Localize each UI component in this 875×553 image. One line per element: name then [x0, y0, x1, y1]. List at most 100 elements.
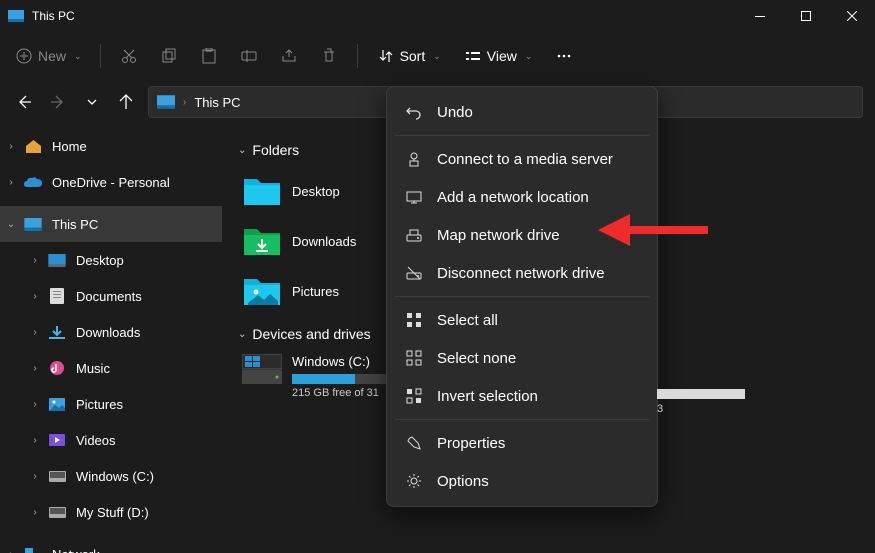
view-button[interactable]: View ⌄ [455, 38, 543, 74]
up-button[interactable] [114, 90, 138, 114]
downloads-icon [48, 323, 66, 341]
rename-button[interactable] [231, 38, 267, 74]
chevron-down-icon: ⌄ [238, 145, 246, 156]
sidebar-item-label: Documents [76, 289, 142, 304]
arrow-up-icon [118, 94, 134, 110]
breadcrumb-location[interactable]: This PC [194, 95, 240, 110]
sidebar-item-onedrive[interactable]: › OneDrive - Personal [0, 164, 222, 200]
chevron-right-icon: › [28, 327, 42, 338]
sidebar-item-desktop[interactable]: › Desktop [0, 242, 222, 278]
folder-icon [242, 273, 282, 309]
sidebar-item-label: Pictures [76, 397, 123, 412]
chevron-down-icon: ⌄ [525, 51, 533, 62]
disconnect-drive-icon [405, 264, 423, 282]
more-button[interactable] [546, 38, 582, 74]
chevron-right-icon: › [4, 549, 18, 553]
menu-item-undo[interactable]: Undo [393, 93, 651, 131]
drive-icon [242, 354, 282, 386]
chevron-right-icon: › [28, 363, 42, 374]
close-button[interactable] [829, 0, 875, 32]
menu-item-label: Options [437, 473, 489, 490]
menu-item-options[interactable]: Options [393, 462, 651, 500]
chevron-right-icon: › [4, 177, 18, 188]
paste-button[interactable] [191, 38, 227, 74]
arrow-right-icon [50, 94, 66, 110]
rename-icon [241, 48, 257, 64]
onedrive-icon [24, 173, 42, 191]
chevron-right-icon: › [28, 255, 42, 266]
menu-item-label: Map network drive [437, 227, 560, 244]
sort-icon [378, 48, 394, 64]
this-pc-icon [8, 10, 24, 22]
menu-item-connect-media[interactable]: Connect to a media server [393, 140, 651, 178]
this-pc-icon [157, 95, 175, 109]
recent-button[interactable] [80, 90, 104, 114]
drive-icon [48, 503, 66, 521]
drive-icon [48, 467, 66, 485]
sidebar-item-music[interactable]: › Music [0, 350, 222, 386]
chevron-right-icon: › [28, 399, 42, 410]
share-button[interactable] [271, 38, 307, 74]
menu-item-label: Select all [437, 312, 498, 329]
sidebar-item-downloads[interactable]: › Downloads [0, 314, 222, 350]
forward-button[interactable] [46, 90, 70, 114]
folder-icon [242, 173, 282, 209]
folder-item-downloads[interactable]: Downloads [238, 216, 408, 266]
sidebar-item-videos[interactable]: › Videos [0, 422, 222, 458]
sidebar-item-label: Downloads [76, 325, 140, 340]
chevron-down-icon: ⌄ [4, 219, 18, 230]
drive-usage-bar-right [657, 389, 745, 399]
back-button[interactable] [12, 90, 36, 114]
chevron-down-icon: ⌄ [238, 329, 246, 340]
chevron-down-icon: ⌄ [433, 51, 441, 62]
menu-item-properties[interactable]: Properties [393, 424, 651, 462]
menu-item-disconnect-network-drive[interactable]: Disconnect network drive [393, 254, 651, 292]
context-menu: Undo Connect to a media server Add a net… [386, 86, 658, 507]
sidebar-item-label: Desktop [76, 253, 124, 268]
sort-button[interactable]: Sort ⌄ [368, 38, 451, 74]
new-button[interactable]: New ⌄ [12, 38, 90, 74]
cut-button[interactable] [111, 38, 147, 74]
desktop-icon [48, 251, 66, 269]
sort-label: Sort [400, 48, 426, 64]
menu-item-label: Disconnect network drive [437, 265, 605, 282]
folder-icon [242, 223, 282, 259]
sidebar-item-this-pc[interactable]: ⌄ This PC [0, 206, 222, 242]
minimize-button[interactable] [737, 0, 783, 32]
network-icon [24, 545, 42, 553]
menu-item-add-network-location[interactable]: Add a network location [393, 178, 651, 216]
folder-item-desktop[interactable]: Desktop [238, 166, 408, 216]
select-all-icon [405, 311, 423, 329]
delete-button[interactable] [311, 38, 347, 74]
folder-item-pictures[interactable]: Pictures [238, 266, 408, 316]
separator [357, 44, 358, 68]
map-drive-icon [405, 226, 423, 244]
menu-item-label: Undo [437, 104, 473, 121]
properties-icon [405, 434, 423, 452]
sidebar-item-label: Videos [76, 433, 116, 448]
menu-item-select-none[interactable]: Select none [393, 339, 651, 377]
sidebar-item-network[interactable]: › Network [0, 536, 222, 553]
sidebar-item-my-stuff-d[interactable]: › My Stuff (D:) [0, 494, 222, 530]
maximize-button[interactable] [783, 0, 829, 32]
drive-free-suffix: 3 [657, 403, 663, 415]
music-icon [48, 359, 66, 377]
chevron-right-icon: › [28, 291, 42, 302]
breadcrumb-separator: › [183, 97, 186, 108]
copy-button[interactable] [151, 38, 187, 74]
sidebar-item-windows-c[interactable]: › Windows (C:) [0, 458, 222, 494]
chevron-down-icon [87, 99, 97, 105]
menu-item-label: Invert selection [437, 388, 538, 405]
menu-item-invert-selection[interactable]: Invert selection [393, 377, 651, 415]
undo-icon [405, 103, 423, 121]
sidebar-item-documents[interactable]: › Documents [0, 278, 222, 314]
chevron-right-icon: › [28, 507, 42, 518]
sidebar-item-pictures[interactable]: › Pictures [0, 386, 222, 422]
media-server-icon [405, 150, 423, 168]
sidebar-item-label: Windows (C:) [76, 469, 154, 484]
menu-item-select-all[interactable]: Select all [393, 301, 651, 339]
menu-divider [395, 419, 649, 420]
invert-selection-icon [405, 387, 423, 405]
menu-item-map-network-drive[interactable]: Map network drive [393, 216, 651, 254]
sidebar-item-home[interactable]: › Home [0, 128, 222, 164]
